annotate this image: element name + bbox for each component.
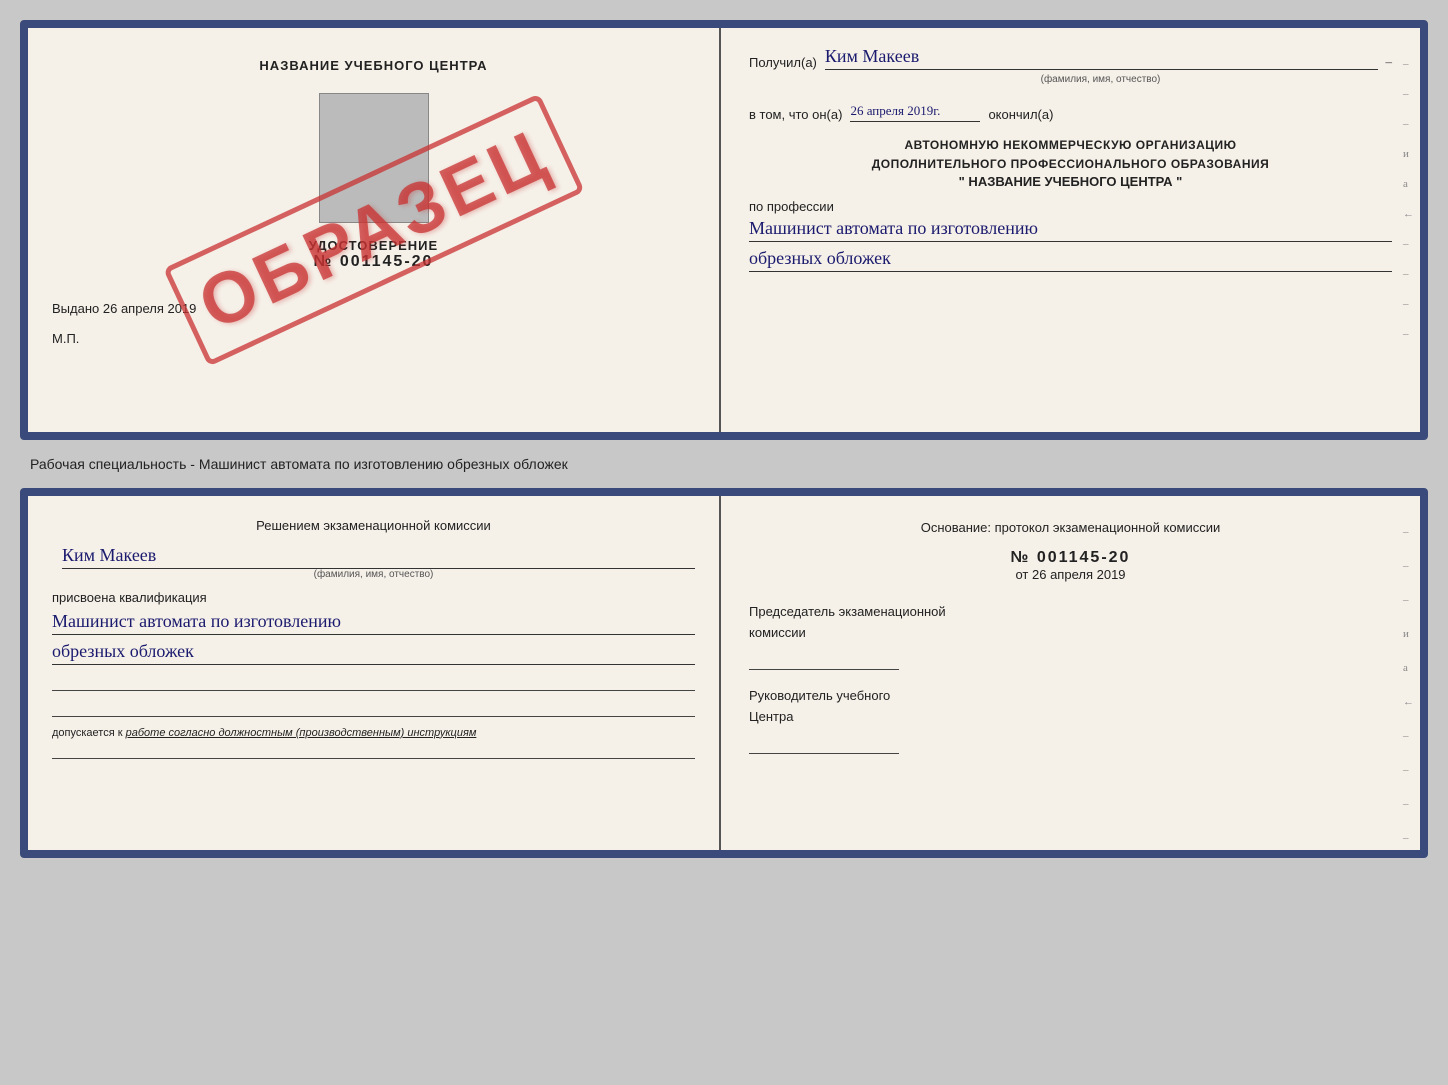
photo-placeholder [319,93,429,223]
dopuskaetsya-label: допускается к [52,727,123,739]
top-doc-right: Получил(а) Ким Макеев – (фамилия, имя, о… [721,28,1420,432]
blank-line-2 [52,697,695,717]
poluchil-row: Получил(а) Ким Макеев – [749,46,1392,70]
fio-hint-top: (фамилия, имя, отчество) [809,74,1392,85]
predsedatel-sign-line [749,650,899,670]
resheniem-block: Решением экзаменационной комиссии [52,516,695,537]
rukovoditel-label-2: Центра [749,707,1392,728]
org-line-1: АВТОНОМНУЮ НЕКОММЕРЧЕСКУЮ ОРГАНИЗАЦИЮ [749,136,1392,155]
udostoverenie-block: УДОСТОВЕРЕНИЕ № 001145-20 [309,238,438,271]
po-professii-label: по профессии [749,199,1392,214]
mp-block: М.П. [52,331,79,346]
resheniem-name: Ким Макеев [62,545,695,569]
okonchil-label: окончил(а) [988,107,1053,122]
profession-line-1: Машинист автомата по изготовлению [749,218,1392,242]
rukovoditel-block: Руководитель учебного Центра [749,686,1392,754]
protokol-num: № 001145-20 [749,549,1392,567]
org-line-2: ДОПОЛНИТЕЛЬНОГО ПРОФЕССИОНАЛЬНОГО ОБРАЗО… [749,155,1392,174]
middle-text: Рабочая специальность - Машинист автомат… [20,450,1428,478]
vydano-block: Выдано 26 апреля 2019 [52,301,695,316]
qualification-line-1: Машинист автомата по изготовлению [52,611,695,635]
bottom-right-dashes: – – – и а ← – – – – [1403,526,1414,844]
udostoverenie-title: УДОСТОВЕРЕНИЕ [309,238,438,253]
ot-label: от [1015,567,1028,582]
top-document: НАЗВАНИЕ УЧЕБНОГО ЦЕНТРА УДОСТОВЕРЕНИЕ №… [20,20,1428,440]
org-name-header: НАЗВАНИЕ УЧЕБНОГО ЦЕНТРА [259,58,487,73]
prisvoena-label: присвоена квалификация [52,590,695,605]
org-line-3: " НАЗВАНИЕ УЧЕБНОГО ЦЕНТРА " [749,174,1392,189]
predsedatel-label-2: комиссии [749,623,1392,644]
dopuskaetsya-block: допускается к работе согласно должностны… [52,727,695,739]
bottom-doc-right: Основание: протокол экзаменационной коми… [721,496,1420,850]
org-block: АВТОНОМНУЮ НЕКОММЕРЧЕСКУЮ ОРГАНИЗАЦИЮ ДО… [749,136,1392,189]
qualification-line-2: обрезных обложек [52,641,695,665]
vydano-label: Выдано [52,301,99,316]
predsedatel-block: Председатель экзаменационной комиссии [749,602,1392,670]
blank-line-3 [52,739,695,759]
blank-line-1 [52,671,695,691]
ot-line: от 26 апреля 2019 [749,567,1392,582]
bottom-document: Решением экзаменационной комиссии Ким Ма… [20,488,1428,858]
rukovoditel-sign-line [749,734,899,754]
bottom-doc-left: Решением экзаменационной комиссии Ким Ма… [28,496,721,850]
vtom-date: 26 апреля 2019г. [850,103,980,122]
dopuskaetsya-text: работе согласно должностным (производств… [126,727,477,739]
vydano-date: 26 апреля 2019 [103,301,197,316]
vtom-label: в том, что он(а) [749,107,842,122]
profession-line-2: обрезных обложек [749,248,1392,272]
osnovanie-block: Основание: протокол экзаменационной коми… [749,516,1392,539]
udostoverenie-num: № 001145-20 [309,253,438,271]
right-dashes: – – – и а ← – – – – [1403,58,1414,340]
poluchil-dash: – [1386,54,1393,70]
page-wrapper: НАЗВАНИЕ УЧЕБНОГО ЦЕНТРА УДОСТОВЕРЕНИЕ №… [20,20,1428,858]
rukovoditel-label-1: Руководитель учебного [749,686,1392,707]
recipient-name: Ким Макеев [825,46,1378,70]
resheniem-label: Решением экзаменационной комиссии [256,518,491,533]
ot-date: 26 апреля 2019 [1032,567,1126,582]
osnovanie-label: Основание: протокол экзаменационной коми… [921,520,1221,535]
top-doc-left: НАЗВАНИЕ УЧЕБНОГО ЦЕНТРА УДОСТОВЕРЕНИЕ №… [28,28,721,432]
poluchil-label: Получил(а) [749,55,817,70]
fio-hint-bottom: (фамилия, имя, отчество) [52,569,695,580]
predsedatel-label-1: Председатель экзаменационной [749,602,1392,623]
vtom-row: в том, что он(а) 26 апреля 2019г. окончи… [749,103,1392,122]
